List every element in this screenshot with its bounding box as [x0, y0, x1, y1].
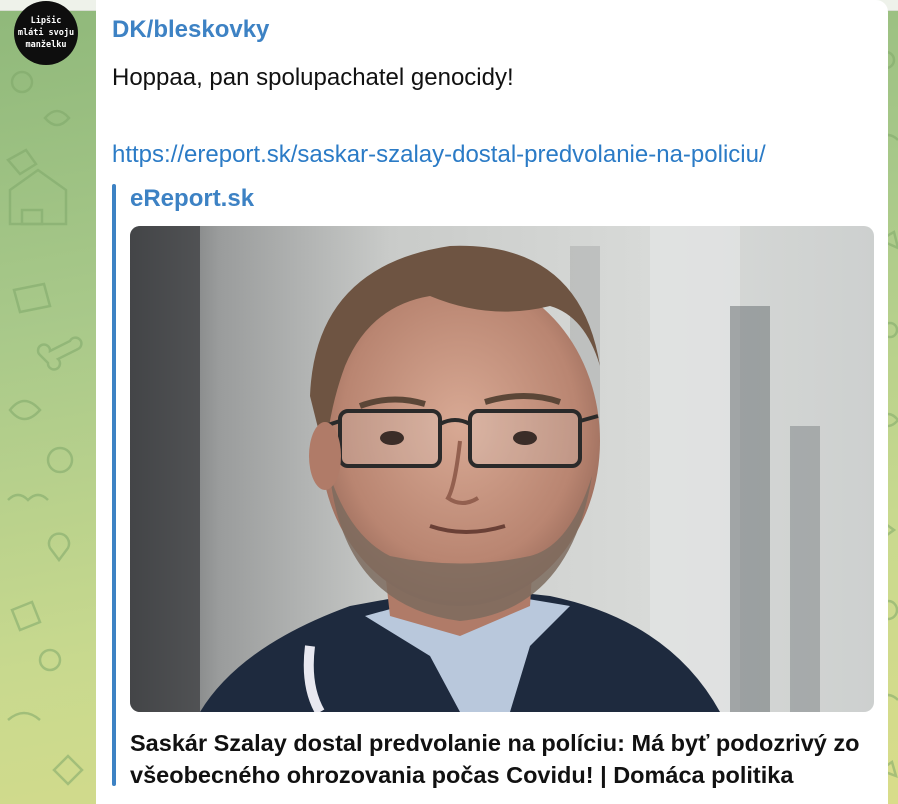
preview-site-name[interactable]: eReport.sk: [130, 185, 254, 213]
message-text: Hoppaa, pan spolupachatel genocidy!: [112, 64, 514, 91]
preview-photo-graphic: [130, 226, 874, 712]
channel-avatar[interactable]: Lipšic mláti svoju manželku: [14, 1, 78, 65]
channel-name[interactable]: DK/bleskovky: [112, 16, 269, 44]
message-link[interactable]: https://ereport.sk/saskar-szalay-dostal-…: [112, 141, 766, 169]
preview-headline[interactable]: Saskár Szalay dostal predvolanie na polí…: [130, 727, 874, 791]
avatar-text: Lipšic mláti svoju manželku: [17, 16, 75, 50]
link-preview-bar: [112, 184, 116, 786]
preview-image[interactable]: [130, 226, 874, 712]
